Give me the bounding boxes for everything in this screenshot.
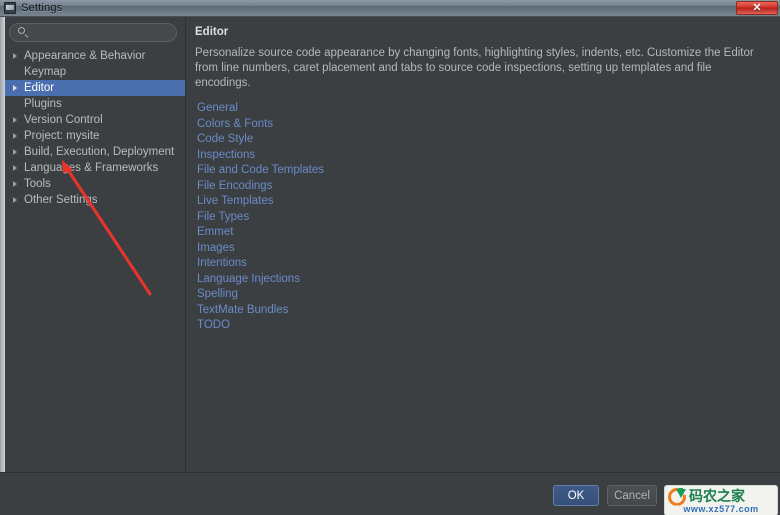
sidebar-item-label: Build, Execution, Deployment xyxy=(24,146,175,158)
ok-button[interactable]: OK xyxy=(553,485,599,506)
sidebar-item-label: Version Control xyxy=(24,114,103,126)
settings-sidebar: Appearance & Behavior Keymap Editor Plugins… xyxy=(5,17,186,472)
link-textmate-bundles[interactable]: TextMate Bundles xyxy=(197,303,288,319)
dialog-body: Appearance & Behavior Keymap Editor Plugins… xyxy=(0,17,780,515)
sidebar-item-languages-frameworks[interactable]: Languages & Frameworks xyxy=(5,160,185,176)
search-icon xyxy=(18,27,29,38)
sidebar-item-build-execution-deployment[interactable]: Build, Execution, Deployment xyxy=(5,144,185,160)
sidebar-item-label: Editor xyxy=(24,82,55,94)
settings-window-icon xyxy=(4,2,16,14)
expand-chevron-icon[interactable] xyxy=(13,117,24,123)
expand-chevron-icon[interactable] xyxy=(13,53,24,59)
watermark-overlay: 码农之家 www.xz577.com xyxy=(664,485,778,515)
sidebar-item-label: Other Settings xyxy=(24,194,98,206)
sidebar-item-label: Languages & Frameworks xyxy=(24,162,159,174)
close-button[interactable]: ✕ xyxy=(736,1,778,15)
link-emmet[interactable]: Emmet xyxy=(197,225,233,241)
expand-chevron-icon[interactable] xyxy=(13,181,24,187)
expand-chevron-icon[interactable] xyxy=(13,197,24,203)
editor-subsection-links: General Colors & Fonts Code Style Inspectio… xyxy=(197,101,497,334)
expand-chevron-icon[interactable] xyxy=(13,133,24,139)
link-language-injections[interactable]: Language Injections xyxy=(197,272,300,288)
sidebar-item-label: Tools xyxy=(24,178,51,190)
link-file-and-code-templates[interactable]: File and Code Templates xyxy=(197,163,324,179)
watermark-site-name: 码农之家 xyxy=(689,488,745,505)
content-pane: Editor Personalize source code appearanc… xyxy=(186,17,780,472)
sidebar-item-appearance-behavior[interactable]: Appearance & Behavior xyxy=(5,48,185,64)
sidebar-item-label: Keymap xyxy=(24,66,67,78)
expand-chevron-icon[interactable] xyxy=(13,165,24,171)
sidebar-item-version-control[interactable]: Version Control xyxy=(5,112,185,128)
link-inspections[interactable]: Inspections xyxy=(197,148,255,164)
link-colors-fonts[interactable]: Colors & Fonts xyxy=(197,117,273,133)
close-icon: ✕ xyxy=(752,1,762,14)
link-file-encodings[interactable]: File Encodings xyxy=(197,179,272,195)
link-general[interactable]: General xyxy=(197,101,238,117)
cancel-button[interactable]: Cancel xyxy=(607,485,657,506)
sidebar-item-label: Plugins xyxy=(24,98,62,110)
window-titlebar: Settings ✕ xyxy=(0,0,780,17)
search-box[interactable] xyxy=(9,23,177,42)
link-live-templates[interactable]: Live Templates xyxy=(197,194,274,210)
sidebar-item-project-mysite[interactable]: Project: mysite xyxy=(5,128,185,144)
search-container xyxy=(9,23,177,42)
window-title: Settings xyxy=(21,2,63,14)
link-spelling[interactable]: Spelling xyxy=(197,287,238,303)
page-title: Editor xyxy=(195,26,229,38)
link-images[interactable]: Images xyxy=(197,241,235,257)
link-todo[interactable]: TODO xyxy=(197,318,230,334)
sidebar-item-label: Project: mysite xyxy=(24,130,100,142)
sidebar-item-label: Appearance & Behavior xyxy=(24,50,146,62)
settings-dialog-window: Settings ✕ Appearance & Behavior Keymap Ed… xyxy=(0,0,780,515)
search-input[interactable] xyxy=(34,26,174,39)
dialog-button-bar: OK Cancel Apply Help xyxy=(0,473,780,515)
sidebar-item-tools[interactable]: Tools xyxy=(5,176,185,192)
link-code-style[interactable]: Code Style xyxy=(197,132,253,148)
sidebar-item-editor[interactable]: Editor xyxy=(5,80,185,96)
settings-tree: Appearance & Behavior Keymap Editor Plugins… xyxy=(5,48,185,208)
link-intentions[interactable]: Intentions xyxy=(197,256,247,272)
link-file-types[interactable]: File Types xyxy=(197,210,249,226)
page-description: Personalize source code appearance by ch… xyxy=(195,47,754,89)
expand-chevron-icon[interactable] xyxy=(13,85,24,91)
expand-chevron-icon[interactable] xyxy=(13,149,24,155)
watermark-site-url: www.xz577.com xyxy=(683,504,759,514)
sidebar-item-other-settings[interactable]: Other Settings xyxy=(5,192,185,208)
sidebar-item-plugins[interactable]: Plugins xyxy=(5,96,185,112)
sidebar-item-keymap[interactable]: Keymap xyxy=(5,64,185,80)
download-arrow-logo-icon xyxy=(668,487,686,506)
